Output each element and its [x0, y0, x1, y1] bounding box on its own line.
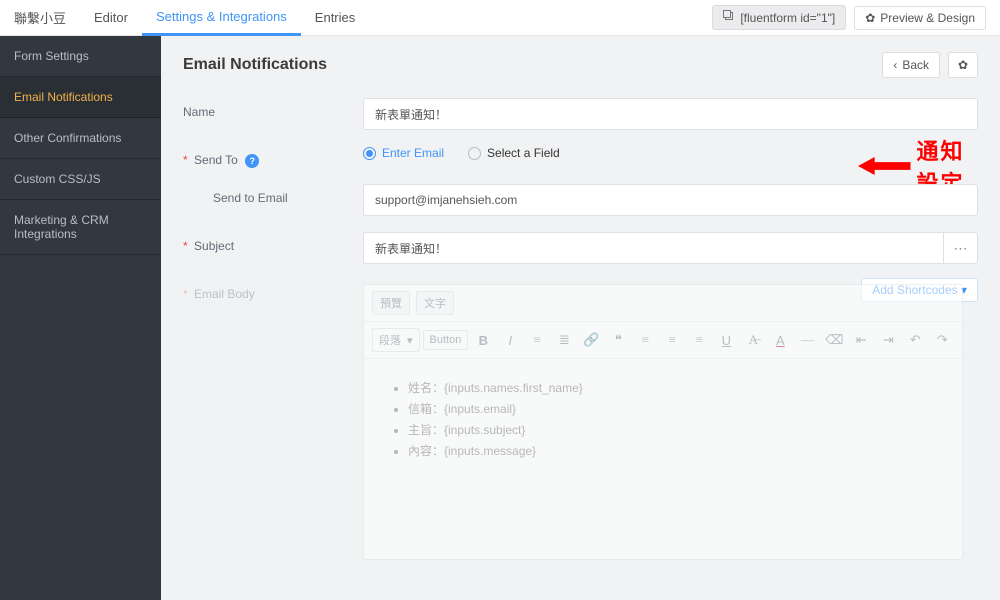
sidebar-item-email-notifications[interactable]: Email Notifications [0, 77, 161, 118]
help-icon[interactable]: ? [245, 154, 259, 168]
required-mark: * [183, 239, 188, 253]
list-ul-icon[interactable]: ≡ [525, 328, 549, 352]
email-body-editor: 預覽 文字 段落▾ Button B I ≡ ≣ 🔗 ❝ ≡ ≡ [363, 284, 963, 560]
top-tabs: Editor Settings & Integrations Entries [80, 0, 369, 36]
italic-icon[interactable]: I [498, 328, 522, 352]
editor-content[interactable]: 姓名：{inputs.names.first_name} 信箱：{inputs.… [364, 359, 962, 559]
body-line: 信箱：{inputs.email} [408, 400, 938, 417]
outdent-icon[interactable]: ⇤ [849, 328, 873, 352]
editor-tab-visual[interactable]: 預覽 [372, 291, 410, 315]
name-label: Name [183, 98, 363, 119]
sidebar-item-form-settings[interactable]: Form Settings [0, 36, 161, 77]
brand-title: 聯繫小豆 [14, 8, 80, 27]
settings-gear-button[interactable]: ✿ [948, 52, 978, 78]
top-bar: 聯繫小豆 Editor Settings & Integrations Entr… [0, 0, 1000, 36]
clear-icon[interactable]: ⌫ [822, 328, 846, 352]
link-icon[interactable]: 🔗 [579, 328, 603, 352]
subject-shortcode-button[interactable]: ⋯ [944, 232, 978, 264]
list-ol-icon[interactable]: ≣ [552, 328, 576, 352]
preview-design-button[interactable]: ✿ Preview & Design [854, 6, 986, 30]
subject-label: * Subject [183, 232, 363, 253]
shortcode-text: [fluentform id="1"] [740, 11, 835, 25]
gear-icon: ✿ [958, 58, 968, 72]
body-line: 主旨：{inputs.subject} [408, 421, 938, 438]
tab-settings[interactable]: Settings & Integrations [142, 0, 301, 36]
strike-icon[interactable]: A̶ [741, 328, 765, 352]
radio-icon [468, 147, 481, 160]
sidebar-item-other-confirmations[interactable]: Other Confirmations [0, 118, 161, 159]
chevron-left-icon: ‹ [893, 58, 897, 72]
sidebar-item-custom-css-js[interactable]: Custom CSS/JS [0, 159, 161, 200]
shortcode-button[interactable]: [fluentform id="1"] [712, 5, 846, 30]
page-title: Email Notifications [183, 56, 327, 74]
quote-icon[interactable]: ❝ [606, 328, 630, 352]
preview-label: Preview & Design [880, 11, 975, 25]
subject-input[interactable] [363, 232, 944, 264]
editor-tab-text[interactable]: 文字 [416, 291, 454, 315]
required-mark: * [183, 287, 188, 301]
settings-sidebar: Form Settings Email Notifications Other … [0, 36, 161, 600]
align-right-icon[interactable]: ≡ [687, 328, 711, 352]
send-to-email-label: Send to Email [213, 184, 363, 205]
underline-icon[interactable]: U [714, 328, 738, 352]
undo-icon[interactable]: ↶ [903, 328, 927, 352]
tab-entries[interactable]: Entries [301, 0, 369, 36]
indent-icon[interactable]: ⇥ [876, 328, 900, 352]
radio-select-field[interactable]: Select a Field [468, 146, 560, 160]
align-left-icon[interactable]: ≡ [633, 328, 657, 352]
redo-icon[interactable]: ↷ [930, 328, 954, 352]
send-to-email-input[interactable] [363, 184, 978, 216]
button-insert[interactable]: Button [423, 330, 469, 350]
back-label: Back [902, 58, 929, 72]
add-shortcodes-button[interactable]: Add Shortcodes ▾ [861, 278, 978, 302]
color-icon[interactable]: A [768, 328, 792, 352]
radio-enter-email[interactable]: Enter Email [363, 146, 444, 160]
back-button[interactable]: ‹ Back [882, 52, 940, 78]
radio-icon [363, 147, 376, 160]
name-input[interactable] [363, 98, 978, 130]
email-body-label: * Email Body [183, 280, 363, 301]
copy-icon [723, 10, 735, 25]
sendto-label: * Send To ? [183, 146, 363, 168]
sidebar-item-marketing-crm[interactable]: Marketing & CRM Integrations [0, 200, 161, 255]
hr-icon[interactable]: — [795, 328, 819, 352]
align-center-icon[interactable]: ≡ [660, 328, 684, 352]
bold-icon[interactable]: B [471, 328, 495, 352]
required-mark: * [183, 153, 188, 167]
body-line: 姓名：{inputs.names.first_name} [408, 379, 938, 396]
body-line: 內容：{inputs.message} [408, 442, 938, 459]
tab-editor[interactable]: Editor [80, 0, 142, 36]
gear-icon: ✿ [865, 11, 875, 25]
paragraph-select[interactable]: 段落▾ [372, 328, 420, 352]
